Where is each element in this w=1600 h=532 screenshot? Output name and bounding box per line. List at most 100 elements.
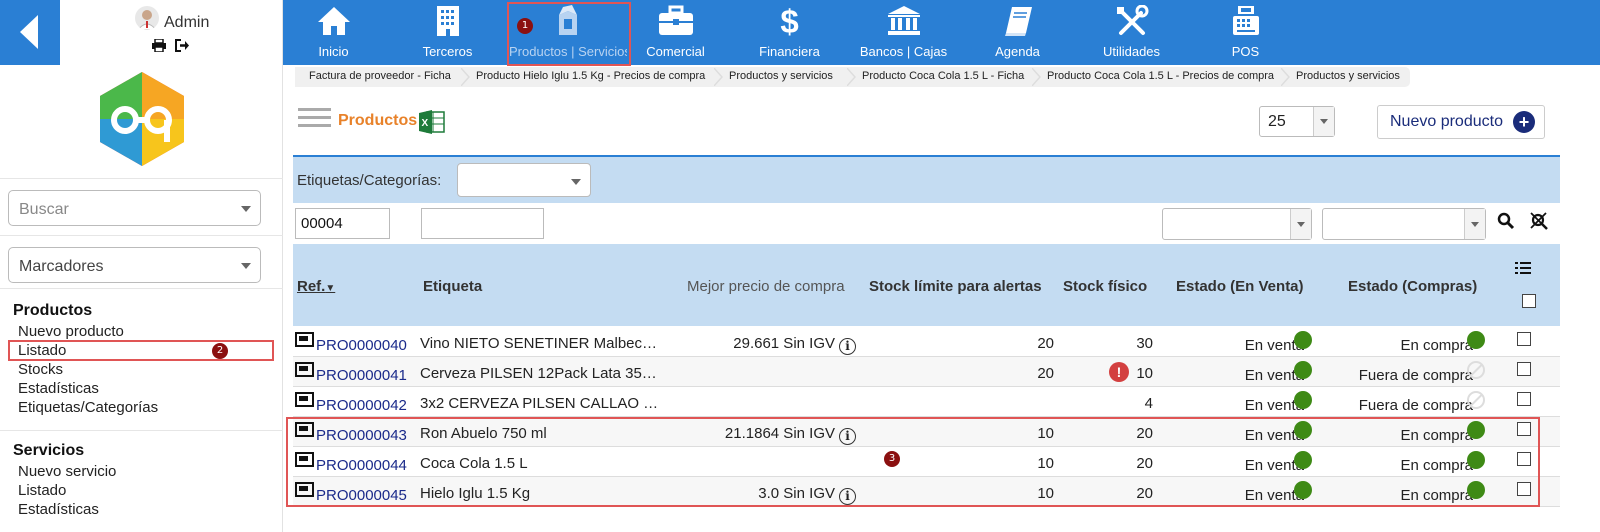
column-header-best-price[interactable]: Mejor precio de compra bbox=[687, 278, 845, 295]
column-header-status-buy[interactable]: Estado (Compras) bbox=[1348, 278, 1477, 295]
menu-item-new-product[interactable]: Nuevo producto bbox=[18, 323, 124, 340]
column-header-status-sell[interactable]: Estado (En Venta) bbox=[1176, 278, 1304, 295]
plus-icon: + bbox=[1513, 111, 1535, 133]
product-ref-link[interactable]: PRO0000041 bbox=[316, 367, 407, 384]
menu-title-products[interactable]: Productos bbox=[13, 302, 92, 320]
nav-label: Agenda bbox=[995, 44, 1040, 59]
product-icon bbox=[295, 392, 314, 407]
avatar[interactable] bbox=[135, 6, 159, 30]
sell-status-filter[interactable] bbox=[1162, 208, 1312, 240]
breadcrumb-item[interactable]: Productos y servicios bbox=[715, 67, 856, 87]
nav-label: Utilidades bbox=[1102, 44, 1161, 59]
menu-item-new-service[interactable]: Nuevo servicio bbox=[18, 463, 116, 480]
product-ref-link[interactable]: PRO0000040 bbox=[316, 337, 407, 354]
stock-physical: 4 bbox=[1144, 395, 1153, 412]
new-product-label: Nuevo producto bbox=[1390, 113, 1503, 130]
briefcase-icon bbox=[618, 5, 733, 41]
status-on-icon[interactable] bbox=[1294, 331, 1312, 349]
row-checkbox[interactable] bbox=[1517, 332, 1531, 346]
menu-item-stocks[interactable]: Stocks bbox=[18, 361, 63, 378]
breadcrumb-label: Producto Hielo Iglu 1.5 Kg - Precios de … bbox=[476, 70, 706, 82]
stock-physical: 30 bbox=[1136, 335, 1153, 352]
username: Admin bbox=[164, 14, 210, 31]
nav-terceros[interactable]: Terceros bbox=[390, 0, 505, 65]
status-on-icon[interactable] bbox=[1294, 391, 1312, 409]
breadcrumb-item[interactable]: Producto Coca Cola 1.5 L - Precios de co… bbox=[1033, 67, 1290, 87]
product-label: Vino NIETO SENETINER Malbec… bbox=[420, 335, 658, 352]
nav-home[interactable]: Inicio bbox=[276, 0, 391, 65]
clear-filter-icon[interactable] bbox=[1529, 211, 1549, 236]
nav-agenda[interactable]: Agenda bbox=[960, 0, 1075, 65]
nav-label: Terceros bbox=[422, 44, 473, 59]
caret-down-icon bbox=[241, 263, 251, 269]
row-checkbox[interactable] bbox=[1517, 362, 1531, 376]
nav-pos[interactable]: POS bbox=[1188, 0, 1303, 65]
nav-label: Financiera bbox=[759, 44, 820, 59]
breadcrumb-label: Productos y servicios bbox=[1296, 70, 1400, 82]
product-ref-link[interactable]: PRO0000042 bbox=[316, 397, 407, 414]
nav-label: Inicio bbox=[318, 44, 349, 59]
divider bbox=[0, 178, 283, 179]
status-on-icon[interactable] bbox=[1294, 361, 1312, 379]
menu-title-services[interactable]: Servicios bbox=[13, 442, 84, 460]
search-icon[interactable] bbox=[1497, 212, 1515, 235]
column-list-icon[interactable] bbox=[1515, 261, 1531, 279]
status-off-icon[interactable] bbox=[1467, 391, 1485, 409]
sort-down-icon: ▼ bbox=[325, 283, 336, 294]
column-header-ref[interactable]: Ref.▼ bbox=[297, 278, 335, 295]
info-icon[interactable]: i bbox=[839, 338, 856, 355]
status-on-icon[interactable] bbox=[1467, 331, 1485, 349]
caret-down-icon bbox=[241, 206, 251, 212]
nav-label: POS bbox=[1231, 44, 1260, 59]
breadcrumb-item[interactable]: Productos y servicios bbox=[1282, 67, 1410, 87]
search-placeholder: Buscar bbox=[19, 201, 69, 218]
excel-export-icon[interactable]: X bbox=[419, 110, 445, 134]
nav-financial[interactable]: $ Financiera bbox=[732, 0, 847, 65]
page-title: Productos bbox=[338, 112, 418, 129]
chevron-down-icon bbox=[1464, 209, 1485, 239]
row-checkbox[interactable] bbox=[1517, 392, 1531, 406]
nav-utilities[interactable]: Utilidades bbox=[1074, 0, 1189, 65]
divider bbox=[0, 430, 283, 431]
category-filter-select[interactable] bbox=[457, 163, 591, 197]
new-product-button[interactable]: Nuevo producto + bbox=[1377, 105, 1545, 139]
breadcrumb-item[interactable]: Factura de proveedor - Ficha bbox=[295, 67, 470, 87]
column-header-label[interactable]: Etiqueta bbox=[423, 278, 482, 295]
home-icon bbox=[276, 5, 391, 41]
stock-limit: 20 bbox=[1037, 365, 1054, 382]
product-label: Cerveza PILSEN 12Pack Lata 35… bbox=[420, 365, 657, 382]
status-off-icon[interactable] bbox=[1467, 361, 1485, 379]
search-select[interactable]: Buscar bbox=[8, 190, 261, 226]
breadcrumb-item[interactable]: Producto Hielo Iglu 1.5 Kg - Precios de … bbox=[462, 67, 723, 87]
menu-item-tags[interactable]: Etiquetas/Categorías bbox=[18, 399, 158, 416]
nav-banks[interactable]: Bancos | Cajas bbox=[846, 0, 961, 65]
buy-status-filter[interactable] bbox=[1322, 208, 1486, 240]
tools-icon bbox=[1074, 4, 1189, 41]
select-all-checkbox[interactable] bbox=[1522, 294, 1536, 308]
best-price: 29.661 Sin IGV i bbox=[733, 335, 856, 355]
breadcrumb-item[interactable]: Producto Coca Cola 1.5 L - Ficha bbox=[848, 67, 1041, 87]
page-limit-select[interactable]: 25 bbox=[1259, 106, 1335, 137]
building-icon bbox=[390, 5, 505, 41]
step-marker: 2 bbox=[212, 343, 228, 359]
logout-icon[interactable] bbox=[175, 39, 189, 55]
label-search-input[interactable] bbox=[421, 208, 544, 239]
menu-item-service-list[interactable]: Listado bbox=[18, 482, 66, 499]
highlight-box bbox=[286, 417, 1540, 507]
back-button[interactable] bbox=[0, 0, 60, 65]
menu-item-service-stats[interactable]: Estadísticas bbox=[18, 501, 99, 518]
table-row: PRO0000040 Vino NIETO SENETINER Malbec… 29… bbox=[293, 327, 1560, 357]
bookmarks-select[interactable]: Marcadores bbox=[8, 247, 261, 283]
menu-icon[interactable] bbox=[298, 108, 331, 134]
dollar-icon: $ bbox=[780, 3, 799, 40]
column-header-stock[interactable]: Stock físico bbox=[1063, 278, 1147, 295]
ref-search-input[interactable] bbox=[295, 208, 390, 239]
column-header-stock-limit[interactable]: Stock límite para alertas bbox=[869, 278, 1042, 295]
print-icon[interactable] bbox=[152, 38, 166, 55]
highlight-box bbox=[8, 340, 274, 361]
breadcrumb-label: Producto Coca Cola 1.5 L - Precios de co… bbox=[1047, 70, 1275, 82]
nav-commercial[interactable]: Comercial bbox=[618, 0, 733, 65]
cash-register-icon bbox=[1188, 5, 1303, 41]
menu-item-product-stats[interactable]: Estadísticas bbox=[18, 380, 99, 397]
buy-status-label: Fuera de compra bbox=[1358, 397, 1473, 414]
